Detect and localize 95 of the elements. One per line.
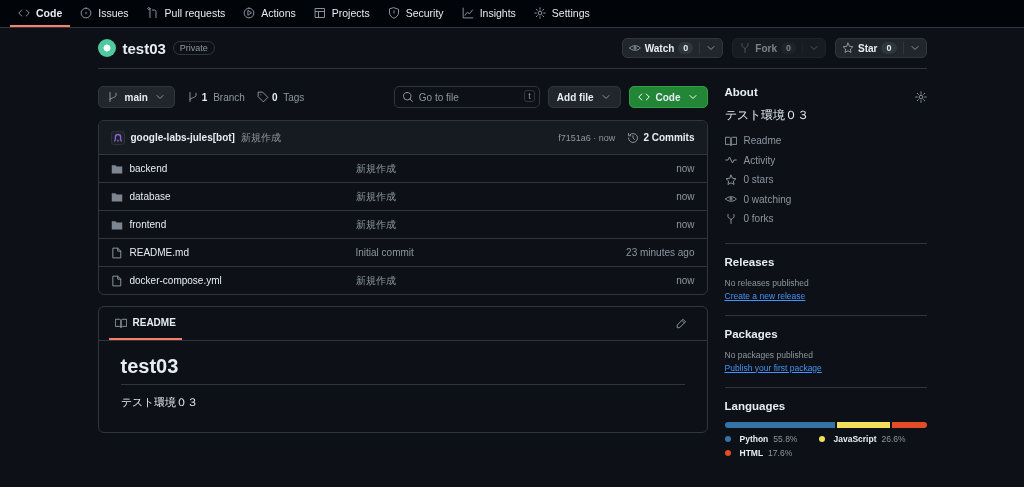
edit-icon[interactable] [674,317,687,330]
eye-icon [628,42,641,54]
file-name-link[interactable]: docker-compose.yml [129,275,356,286]
action-label: Watch [644,42,675,54]
repo-tab[interactable]: Projects [305,0,378,27]
star-icon [724,173,737,186]
repo-tab[interactable]: Actions [235,0,304,27]
graph-icon [461,6,474,19]
commit-time: now [676,219,695,230]
repo-tab[interactable]: Insights [453,0,524,27]
section-title: Releases [724,255,776,268]
about-link[interactable]: 0 stars [724,170,927,190]
about-link[interactable]: Readme [724,131,927,151]
commit-sha[interactable]: f7151a6 · now [558,132,616,143]
file-name-link[interactable]: database [129,191,356,202]
shield-icon [387,6,400,19]
readme-text: テスト環境０３ [120,395,199,410]
readme-tab[interactable]: README [108,307,182,340]
readme-heading: test03 [120,355,685,385]
book-icon [724,134,737,147]
repo-avatar [97,39,116,57]
code-button[interactable]: Code [628,86,708,108]
code-icon [18,6,30,19]
branch-icon [106,91,119,103]
branches-link[interactable]: 1 Branch [186,91,245,103]
count-badge: 0 [678,42,694,54]
commit-time: now [676,191,695,202]
file-icon [110,246,123,259]
language-percent: 26.6% [881,433,906,444]
commit-message[interactable]: 新規作成 [355,189,677,204]
commit-message[interactable]: Initial commit [355,247,627,258]
shortcut-key: t [524,90,535,102]
pr-icon [146,6,159,19]
repo-tab[interactable]: Code [10,0,71,27]
repo-action-button[interactable]: Star 0 [835,38,927,58]
repo-name[interactable]: test03 [122,39,166,57]
language-name: HTML [739,447,764,458]
table-icon [313,6,326,19]
commit-time: now [676,275,695,286]
add-file-button[interactable]: Add file [547,86,621,108]
section-title: Packages [724,327,779,340]
settings-icon[interactable] [914,91,927,103]
tag-icon [256,91,269,103]
section-note: No packages published [724,349,814,360]
folder-icon [110,190,123,203]
repo-tab[interactable]: Security [379,0,452,27]
commit-author[interactable]: google-labs-jules[bot] [130,132,235,143]
language-name: Python [739,433,769,444]
fork-icon [724,212,737,225]
count-badge: 0 [881,42,897,54]
folder-icon [110,218,123,231]
branch-icon [186,91,199,103]
file-name-link[interactable]: frontend [129,219,356,230]
language-name: JavaScript [833,433,877,444]
commit-time: 23 minutes ago [626,247,695,258]
section-note: No releases published [724,277,810,288]
repo-description: テスト環境０３ [724,108,810,123]
language-percent: 55.8% [773,433,798,444]
gear-icon [533,6,546,19]
about-link[interactable]: 0 forks [724,209,927,229]
history-icon [627,131,640,144]
code-icon [637,91,650,103]
about-title: About [724,86,758,98]
commit-message[interactable]: 新規作成 [355,161,677,176]
section-link[interactable]: Publish your first package [724,362,822,373]
commit-message[interactable]: 新規作成 [355,217,677,232]
commit-message[interactable]: 新規作成 [355,273,677,288]
book-icon [114,316,127,329]
language-percent: 17.6% [768,447,793,458]
languages-title: Languages [724,399,787,412]
issue-icon [80,6,93,19]
search-icon [401,91,414,103]
file-icon [110,274,123,287]
repo-tab[interactable]: Settings [525,0,598,27]
play-icon [243,6,256,19]
bot-avatar-icon [110,130,125,145]
fork-icon [739,42,752,54]
about-link[interactable]: 0 watching [724,189,927,209]
file-name-link[interactable]: backend [129,163,356,174]
repo-action-button[interactable]: Watch 0 [621,38,724,58]
folder-icon [110,162,123,175]
section-link[interactable]: Create a new release [724,290,806,301]
commits-link[interactable]: 2 Commits [627,131,695,144]
repo-tab[interactable]: Pull requests [138,0,234,27]
commit-time: now [676,163,695,174]
about-link[interactable]: Activity [724,150,927,170]
commit-message[interactable]: 新規作成 [240,130,281,145]
repo-tab[interactable]: Issues [72,0,137,27]
file-name-link[interactable]: README.md [129,247,356,258]
action-label: Star [858,42,878,54]
action-label: Fork [755,42,777,54]
branch-button[interactable]: main [97,86,175,108]
tags-link[interactable]: 0 Tags [256,91,305,103]
star-icon [842,42,855,54]
count-badge: 0 [781,42,797,54]
